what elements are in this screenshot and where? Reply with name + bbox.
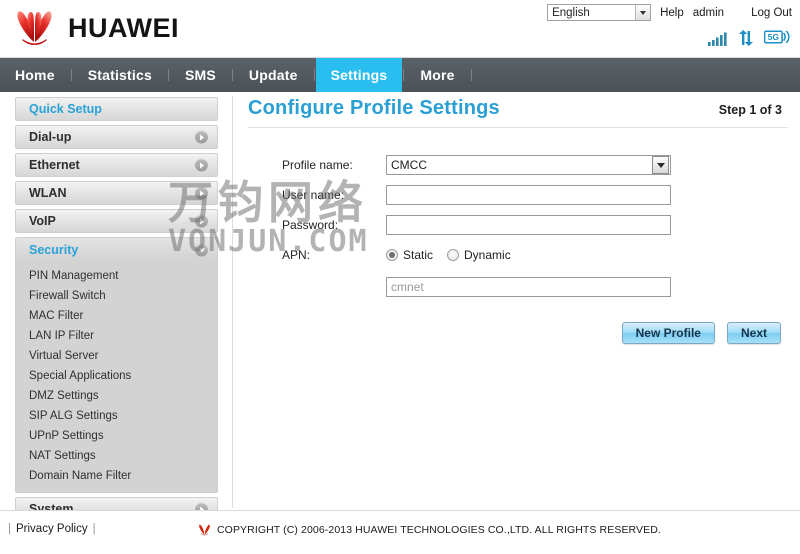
nav-separator (167, 69, 169, 81)
step-indicator: Step 1 of 3 (718, 103, 782, 117)
sidebar-group-voip[interactable]: VoIP (15, 209, 218, 233)
new-profile-button[interactable]: New Profile (621, 322, 715, 344)
copyright-area: COPYRIGHT (C) 2006-2013 HUAWEI TECHNOLOG… (198, 524, 661, 536)
nav-item-home[interactable]: Home (0, 58, 70, 92)
header-utilities: English Help admin Log Out (547, 4, 792, 21)
network-5g-icon: 5G (764, 30, 790, 44)
content-header: Configure Profile Settings Step 1 of 3 (248, 97, 788, 128)
chevron-down-icon[interactable] (635, 5, 651, 20)
sidebar-group-label: Quick Setup (29, 102, 102, 116)
apn-dynamic-radio[interactable] (447, 249, 460, 261)
sidebar-menu: Quick Setup Dial-up Ethernet WLAN VoIP Securi… (15, 97, 218, 525)
content-panel: Configure Profile Settings Step 1 of 3 P… (248, 97, 788, 344)
logout-link[interactable]: Log Out (751, 7, 792, 19)
sidebar-group-ethernet[interactable]: Ethernet (15, 153, 218, 177)
nav-separator (313, 69, 315, 81)
apn-dynamic-label: Dynamic (464, 248, 511, 262)
divider-pipe-right: | (92, 523, 96, 535)
chevron-down-icon[interactable] (652, 156, 669, 174)
privacy-policy-area: | Privacy Policy | (8, 523, 96, 535)
huawei-flower-logo-icon (17, 11, 52, 45)
sidebar-item-pin-management[interactable]: PIN Management (16, 266, 217, 286)
sidebar-group-label: Ethernet (29, 158, 80, 172)
user-name-input[interactable] (386, 185, 671, 205)
apn-static-radio[interactable] (386, 249, 398, 261)
sidebar-group-label: Dial-up (29, 130, 72, 144)
sidebar-group-label: Security (29, 242, 79, 257)
huawei-flower-small-icon (199, 524, 210, 536)
current-user-link[interactable]: admin (693, 7, 724, 19)
password-label: Password: (282, 218, 339, 232)
profile-name-label: Profile name: (282, 158, 353, 172)
sidebar-item-sip-alg-settings[interactable]: SIP ALG Settings (16, 406, 217, 426)
sidebar-item-lan-ip-filter[interactable]: LAN IP Filter (16, 326, 217, 346)
sidebar-group-dial-up[interactable]: Dial-up (15, 125, 218, 149)
brand-name: HUAWEI (68, 12, 179, 43)
nav-item-sms[interactable]: SMS (170, 58, 231, 92)
nav-item-statistics[interactable]: Statistics (73, 58, 167, 92)
header-bar: HUAWEI English Help admin Log Out 5G (0, 0, 800, 58)
huawei-router-admin-page: HUAWEI English Help admin Log Out 5G Hom… (0, 0, 800, 554)
sidebar-content-divider (232, 96, 233, 508)
svg-text:5G: 5G (768, 32, 780, 42)
user-name-label: User name: (282, 188, 345, 202)
data-transfer-icon (739, 30, 753, 46)
sidebar-group-wlan[interactable]: WLAN (15, 181, 218, 205)
sidebar-group-security[interactable]: Security (15, 237, 218, 261)
language-select[interactable]: English (547, 4, 652, 21)
sidebar-group-label: WLAN (29, 186, 67, 200)
nav-item-update[interactable]: Update (234, 58, 313, 92)
sidebar-group-quick-setup[interactable]: Quick Setup (15, 97, 218, 121)
profile-name-select[interactable]: CMCC (386, 155, 671, 175)
profile-name-value: CMCC (391, 158, 427, 172)
profile-settings-form: Profile name: CMCC User name: Password: … (248, 154, 788, 344)
form-row-profile-name: Profile name: CMCC (248, 154, 788, 176)
apn-mode-radio-group: Static Dynamic (386, 248, 520, 262)
sidebar-item-upnp-settings[interactable]: UPnP Settings (16, 426, 217, 446)
brand-logo: HUAWEI (12, 8, 179, 48)
help-link[interactable]: Help (660, 7, 684, 19)
nav-separator (70, 69, 72, 81)
sidebar-item-virtual-server[interactable]: Virtual Server (16, 346, 217, 366)
form-row-apn-mode: APN: Static Dynamic (248, 244, 788, 266)
chevron-right-icon[interactable] (195, 130, 208, 144)
password-input[interactable] (386, 215, 671, 235)
form-row-password: Password: (248, 214, 788, 236)
sidebar-submenu-security: PIN Management Firewall Switch MAC Filter L… (15, 261, 218, 493)
chevron-right-icon[interactable] (195, 158, 208, 172)
sidebar-item-domain-name-filter[interactable]: Domain Name Filter (16, 466, 217, 486)
nav-separator (231, 69, 233, 81)
chevron-down-icon[interactable] (195, 243, 208, 256)
page-body: Quick Setup Dial-up Ethernet WLAN VoIP Securi… (0, 92, 800, 521)
form-row-apn-value: cmnet (248, 276, 788, 298)
form-actions: New Profile Next (248, 322, 788, 344)
sidebar-item-firewall-switch[interactable]: Firewall Switch (16, 286, 217, 306)
main-navigation: Home Statistics SMS Update Settings More (0, 58, 800, 92)
divider-pipe-left: | (8, 523, 11, 535)
nav-separator (403, 69, 405, 81)
apn-input[interactable]: cmnet (386, 277, 671, 297)
copyright-text: COPYRIGHT (C) 2006-2013 HUAWEI TECHNOLOG… (217, 524, 661, 536)
nav-item-settings[interactable]: Settings (315, 58, 403, 92)
privacy-policy-link[interactable]: Privacy Policy (16, 523, 88, 535)
form-row-user-name: User name: (248, 184, 788, 206)
next-button[interactable]: Next (726, 322, 781, 344)
apn-label: APN: (282, 248, 311, 262)
sidebar-item-nat-settings[interactable]: NAT Settings (16, 446, 217, 466)
chevron-right-icon[interactable] (195, 214, 208, 228)
sidebar-item-dmz-settings[interactable]: DMZ Settings (16, 386, 217, 406)
sidebar-item-special-applications[interactable]: Special Applications (16, 366, 217, 386)
chevron-right-icon[interactable] (195, 186, 208, 200)
sidebar-group-label: VoIP (29, 214, 56, 228)
status-icon-group: 5G (708, 30, 790, 46)
page-title: Configure Profile Settings (248, 97, 500, 119)
footer-bar: | Privacy Policy | COPYRIGHT (C) 2006-20… (0, 510, 800, 554)
sidebar-item-mac-filter[interactable]: MAC Filter (16, 306, 217, 326)
signal-bars-icon (708, 32, 727, 46)
nav-separator (470, 69, 472, 81)
apn-static-label: Static (403, 248, 434, 262)
nav-item-more[interactable]: More (405, 58, 469, 92)
language-select-value: English (552, 6, 590, 19)
